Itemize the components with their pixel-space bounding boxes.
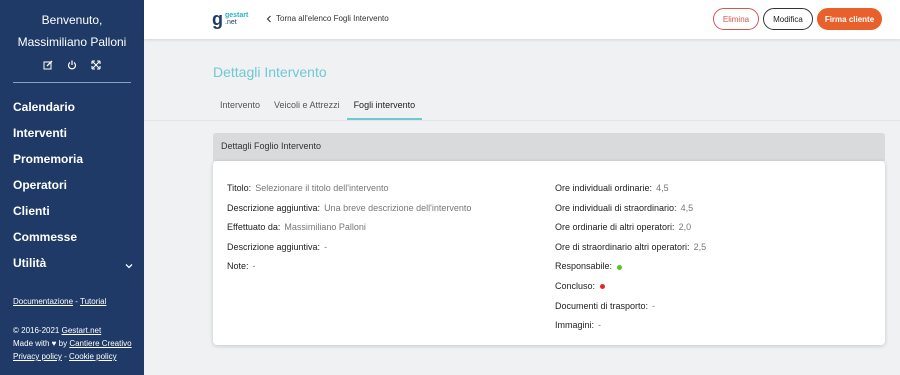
cookie-policy-link[interactable]: Cookie policy bbox=[69, 352, 117, 361]
sign-client-button[interactable]: Firma cliente bbox=[817, 8, 882, 30]
sidebar-item-calendario[interactable]: Calendario bbox=[0, 97, 144, 123]
chevron-down-icon bbox=[124, 257, 134, 269]
logo-line-1: gestart bbox=[225, 12, 249, 19]
help-links: Documentazione - Tutorial bbox=[0, 297, 144, 306]
link-separator: - bbox=[73, 297, 81, 306]
field-row: Ore individuali ordinarie: 4,5 bbox=[555, 181, 706, 201]
back-link-label: Torna all'elenco Fogli Intervento bbox=[276, 14, 389, 23]
field-label: Effettuato da: bbox=[227, 222, 281, 233]
field-label: Descrizione aggiuntiva: bbox=[227, 202, 321, 213]
field-label: Descrizione aggiuntiva: bbox=[227, 241, 321, 252]
sidebar-item-interventi[interactable]: Interventi bbox=[0, 123, 144, 149]
user-name: Massimiliano Palloni bbox=[17, 35, 127, 49]
top-bar: g gestart .net Torna all'elenco Fogli In… bbox=[144, 0, 900, 39]
sidebar-divider bbox=[13, 82, 131, 83]
sidebar-nav: Calendario Interventi Promemoria Operato… bbox=[0, 97, 144, 279]
field-row: Ore di straordinario altri operatori: 2,5 bbox=[555, 240, 706, 260]
field-value: Selezionare il titolo dell'intervento bbox=[255, 183, 389, 193]
gestart-logo[interactable]: g gestart .net bbox=[212, 10, 248, 28]
gestart-link[interactable]: Gestart.net bbox=[62, 326, 102, 335]
field-row: Ore individuali di straordinario: 4,5 bbox=[555, 201, 706, 221]
power-icon[interactable] bbox=[67, 60, 77, 70]
copyright-text: © 2016-2021 bbox=[13, 326, 62, 335]
edit-icon[interactable] bbox=[43, 60, 53, 70]
field-row: Note: - bbox=[227, 259, 471, 279]
field-label: Concluso: bbox=[555, 280, 596, 291]
tab-intervento[interactable]: Intervento bbox=[213, 99, 267, 120]
logo-mark: g bbox=[212, 9, 223, 29]
details-card: Titolo: Selezionare il titolo dell'interv… bbox=[213, 161, 885, 345]
field-label: Responsabile: bbox=[555, 261, 613, 272]
welcome-greeting: Benvenuto, bbox=[41, 13, 103, 27]
user-actions bbox=[0, 60, 144, 72]
sidebar-item-commesse[interactable]: Commesse bbox=[0, 227, 144, 253]
documentation-link[interactable]: Documentazione bbox=[13, 297, 73, 306]
delete-button[interactable]: Elimina bbox=[713, 8, 759, 30]
field-label: Ore individuali di straordinario: bbox=[555, 202, 677, 213]
field-label: Ore individuali ordinarie: bbox=[555, 183, 653, 193]
field-value: - bbox=[252, 261, 256, 272]
tutorial-link[interactable]: Tutorial bbox=[80, 297, 106, 306]
sidebar: Benvenuto, Massimiliano Palloni Calendar… bbox=[0, 0, 144, 375]
expand-icon[interactable] bbox=[91, 60, 101, 70]
sidebar-item-label: Utilità bbox=[13, 256, 47, 270]
privacy-policy-link[interactable]: Privacy policy bbox=[13, 352, 62, 361]
tab-bar: Intervento Veicoli e Attrezzi Fogli inte… bbox=[213, 99, 423, 120]
back-link[interactable]: Torna all'elenco Fogli Intervento bbox=[266, 14, 389, 23]
status-dot-red bbox=[600, 284, 606, 290]
tab-fogli-intervento[interactable]: Fogli intervento bbox=[346, 99, 423, 120]
details-left-column: Titolo: Selezionare il titolo dell'interv… bbox=[227, 181, 471, 279]
field-row: Titolo: Selezionare il titolo dell'interv… bbox=[227, 181, 471, 201]
field-label: Note: bbox=[227, 261, 249, 272]
field-row: Descrizione aggiuntiva: - bbox=[227, 240, 471, 260]
field-label: Documenti di trasporto: bbox=[555, 300, 649, 311]
made-with-text: Made with ♥ by bbox=[13, 339, 70, 348]
sidebar-footer: © 2016-2021 Gestart.net Made with ♥ by C… bbox=[13, 324, 132, 363]
sidebar-item-promemoria[interactable]: Promemoria bbox=[0, 149, 144, 175]
cantiere-creativo-link[interactable]: Cantiere Creativo bbox=[69, 339, 131, 348]
field-value: - bbox=[324, 241, 328, 252]
footer-separator: - bbox=[61, 352, 70, 361]
tab-veicoli-attrezzi[interactable]: Veicoli e Attrezzi bbox=[267, 99, 347, 120]
field-value: Massimiliano Palloni bbox=[284, 222, 366, 233]
logo-text: gestart .net bbox=[225, 12, 248, 26]
sidebar-item-clienti[interactable]: Clienti bbox=[0, 201, 144, 227]
field-row: Documenti di trasporto: - bbox=[555, 299, 706, 319]
field-row: Responsabile: bbox=[555, 259, 706, 279]
field-label: Ore di straordinario altri operatori: bbox=[555, 241, 690, 252]
welcome-block: Benvenuto, Massimiliano Palloni bbox=[0, 0, 144, 50]
field-value: 2,5 bbox=[693, 241, 707, 252]
field-row: Ore ordinarie di altri operatori: 2,0 bbox=[555, 220, 706, 240]
status-dot-green bbox=[617, 264, 623, 270]
field-value: - bbox=[652, 300, 656, 311]
sidebar-item-operatori[interactable]: Operatori bbox=[0, 175, 144, 201]
page-title: Dettagli Intervento bbox=[213, 64, 327, 80]
field-row: Descrizione aggiuntiva: Una breve descriz… bbox=[227, 201, 471, 221]
field-value: 4,5 bbox=[656, 183, 669, 193]
field-label: Immagini: bbox=[555, 320, 595, 331]
field-row: Concluso: bbox=[555, 279, 706, 299]
field-label: Titolo: bbox=[227, 183, 252, 193]
field-value: - bbox=[598, 320, 602, 331]
sidebar-item-utilita[interactable]: Utilità bbox=[0, 253, 144, 279]
field-row: Effettuato da: Massimiliano Palloni bbox=[227, 220, 471, 240]
field-row: Immagini: - bbox=[555, 318, 706, 338]
field-value: Una breve descrizione dell'intervento bbox=[324, 202, 472, 213]
edit-button[interactable]: Modifica bbox=[763, 8, 813, 30]
field-value: 2,0 bbox=[678, 222, 692, 233]
field-label: Ore ordinarie di altri operatori: bbox=[555, 222, 675, 233]
tabs-divider bbox=[144, 120, 900, 121]
card-header: Dettagli Foglio Intervento bbox=[213, 133, 885, 161]
field-value: 4,5 bbox=[680, 202, 694, 213]
logo-line-2: .net bbox=[225, 19, 237, 26]
chevron-left-icon bbox=[266, 15, 272, 23]
details-right-column: Ore individuali ordinarie: 4,5 Ore indivi… bbox=[555, 181, 706, 338]
